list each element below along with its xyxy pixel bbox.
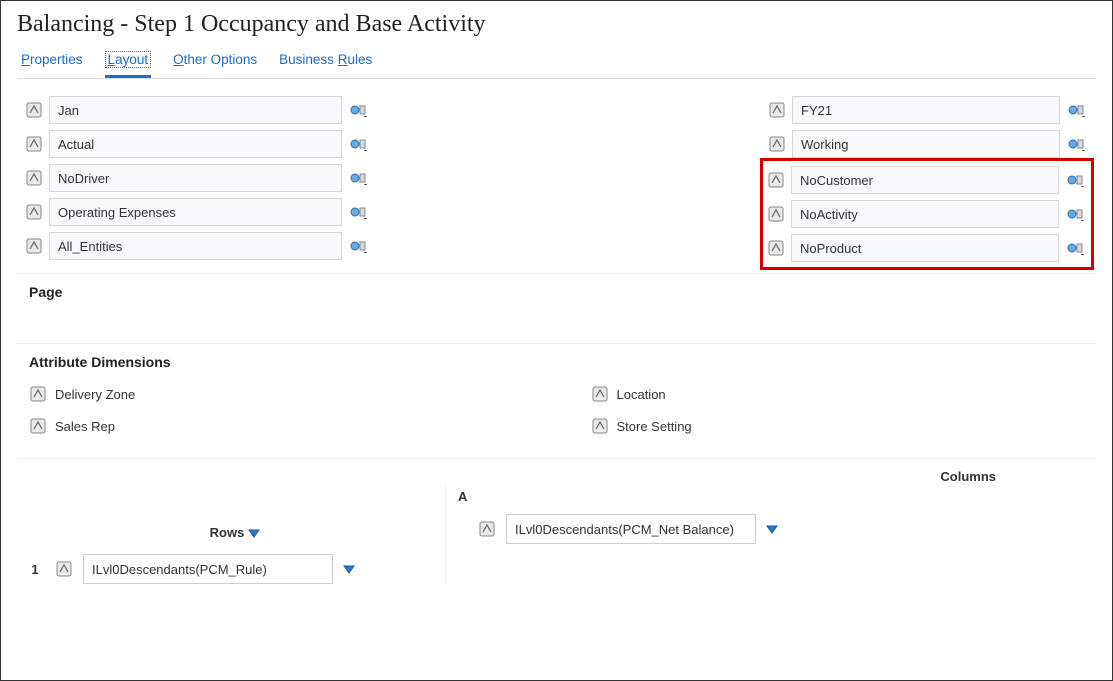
dim-field-noproduct[interactable]: NoProduct: [791, 234, 1059, 262]
dimension-icon: [768, 101, 786, 119]
row-member-field[interactable]: ILvl0Descendants(PCM_Rule): [83, 554, 333, 584]
dim-field-working[interactable]: Working: [792, 130, 1060, 158]
column-letter: A: [448, 485, 1088, 514]
page-header: Page: [25, 274, 1088, 308]
dim-field-noactivity[interactable]: NoActivity: [791, 200, 1059, 228]
dim-row: Jan: [25, 93, 370, 127]
attr-item[interactable]: Sales Rep: [25, 410, 557, 442]
dropdown-icon[interactable]: [766, 524, 778, 534]
member-selector-icon[interactable]: [1065, 207, 1087, 221]
attr-left-col: Delivery Zone Sales Rep: [25, 378, 557, 442]
attr-section: Attribute Dimensions Delivery Zone Sales…: [17, 343, 1096, 458]
attr-header: Attribute Dimensions: [25, 344, 1088, 378]
row-number: 1: [25, 562, 45, 577]
dimension-icon: [767, 171, 785, 189]
dim-field-jan[interactable]: Jan: [49, 96, 342, 124]
dim-field-allentities[interactable]: All_Entities: [49, 232, 342, 260]
attr-item[interactable]: Store Setting: [587, 410, 1089, 442]
dim-row: All_Entities: [25, 229, 370, 263]
highlighted-dimensions: NoCustomer NoActivity NoProduct: [760, 158, 1094, 270]
dimension-icon: [25, 237, 43, 255]
dimension-icon: [767, 205, 785, 223]
dim-field-opex[interactable]: Operating Expenses: [49, 198, 342, 226]
dim-row: Actual: [25, 127, 370, 161]
member-selector-icon[interactable]: [1066, 137, 1088, 151]
rows-side: Rows 1 ILvl0Descendants(PCM_Rule): [25, 485, 445, 584]
member-selector-icon[interactable]: [348, 239, 370, 253]
dimension-icon: [25, 203, 43, 221]
attr-label: Location: [617, 387, 666, 402]
dimension-icon: [591, 385, 609, 403]
dim-row: Working: [768, 127, 1088, 161]
page-title: Balancing - Step 1 Occupancy and Base Ac…: [17, 11, 1096, 38]
dimension-icon: [591, 417, 609, 435]
dim-field-actual[interactable]: Actual: [49, 130, 342, 158]
tab-layout[interactable]: Layout: [105, 46, 152, 78]
member-selector-icon[interactable]: [348, 103, 370, 117]
dimension-icon: [768, 135, 786, 153]
dimension-icon: [25, 135, 43, 153]
rows-header: Rows: [25, 525, 445, 540]
member-selector-icon[interactable]: [348, 171, 370, 185]
dimension-icon: [767, 239, 785, 257]
dim-row: NoProduct: [767, 231, 1087, 265]
dimension-icon: [25, 101, 43, 119]
tab-properties[interactable]: Properties: [21, 46, 83, 78]
attr-right-col: Location Store Setting: [557, 378, 1089, 442]
pov-right-column: FY21 Working NoCustomer NoActivity: [768, 93, 1088, 267]
member-selector-icon[interactable]: [1066, 103, 1088, 117]
attr-item[interactable]: Location: [587, 378, 1089, 410]
row-line: 1 ILvl0Descendants(PCM_Rule): [25, 554, 445, 584]
member-selector-icon[interactable]: [348, 205, 370, 219]
member-selector-icon[interactable]: [1065, 173, 1087, 187]
col-line: ILvl0Descendants(PCM_Net Balance): [448, 514, 1088, 544]
dimension-icon: [478, 520, 496, 538]
dim-row: Operating Expenses: [25, 195, 370, 229]
dropdown-icon[interactable]: [248, 528, 260, 538]
dimension-icon: [55, 560, 73, 578]
member-selector-icon[interactable]: [1065, 241, 1087, 255]
grid-section: Columns Rows 1 ILvl0Descendants(PCM_Rule…: [17, 458, 1096, 584]
tab-other-options[interactable]: Other Options: [173, 46, 257, 78]
dim-field-fy21[interactable]: FY21: [792, 96, 1060, 124]
dim-field-nocustomer[interactable]: NoCustomer: [791, 166, 1059, 194]
attr-label: Delivery Zone: [55, 387, 135, 402]
tab-bar: Properties Layout Other Options Business…: [17, 46, 1096, 79]
dimension-icon: [25, 169, 43, 187]
attr-item[interactable]: Delivery Zone: [25, 378, 557, 410]
dim-row: FY21: [768, 93, 1088, 127]
attr-label: Sales Rep: [55, 419, 115, 434]
dim-row: NoActivity: [767, 197, 1087, 231]
dim-row: NoDriver: [25, 161, 370, 195]
dropdown-icon[interactable]: [343, 564, 355, 574]
pov-left-column: Jan Actual NoDriver Operating Expenses A: [25, 93, 370, 267]
dim-row: NoCustomer: [767, 163, 1087, 197]
col-member-field[interactable]: ILvl0Descendants(PCM_Net Balance): [506, 514, 756, 544]
page-section: Page: [17, 273, 1096, 343]
dimension-icon: [29, 385, 47, 403]
dim-field-nodriver[interactable]: NoDriver: [49, 164, 342, 192]
attr-label: Store Setting: [617, 419, 692, 434]
tab-business-rules[interactable]: Business Rules: [279, 46, 372, 78]
columns-header: Columns: [940, 469, 996, 484]
pov-section: Jan Actual NoDriver Operating Expenses A: [17, 79, 1096, 273]
dimension-icon: [29, 417, 47, 435]
cols-side: A ILvl0Descendants(PCM_Net Balance): [445, 485, 1088, 584]
member-selector-icon[interactable]: [348, 137, 370, 151]
